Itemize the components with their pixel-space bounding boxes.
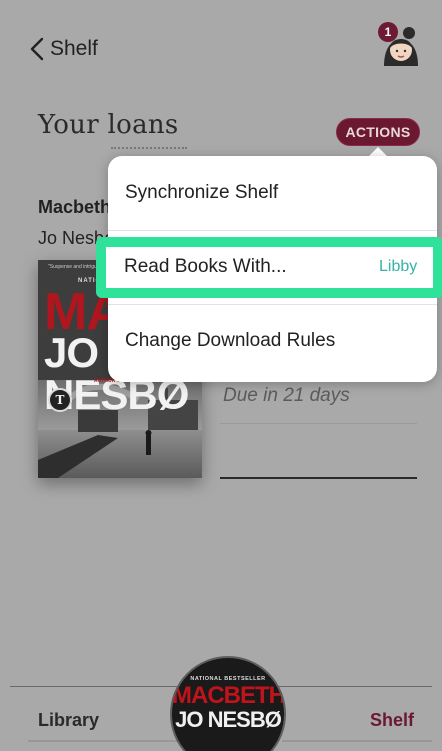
divider (220, 423, 417, 424)
current-book-button[interactable]: NATIONAL BESTSELLER MACBETH JO NESBØ (170, 656, 286, 751)
notification-badge: 1 (378, 22, 398, 42)
actions-button[interactable]: ACTIONS (336, 118, 420, 146)
title-underline (111, 147, 187, 149)
due-date: Due in 21 days (223, 385, 350, 406)
mini-cover-author: JO NESBØ (175, 707, 282, 732)
divider (220, 477, 417, 479)
nav-library[interactable]: Library (38, 710, 99, 731)
nav-underline (28, 740, 178, 742)
nav-shelf[interactable]: Shelf (370, 710, 414, 731)
back-to-shelf-button[interactable]: Shelf (30, 34, 98, 64)
menu-item-label: Read Books With... (124, 256, 287, 277)
book-title[interactable]: Macbeth (38, 197, 111, 218)
nyt-seal: T (48, 388, 72, 412)
menu-item-value: Libby (379, 258, 418, 275)
profile-avatar-button[interactable]: 1 (378, 20, 424, 68)
menu-divider (108, 304, 437, 305)
menu-item-change-download-rules[interactable]: Change Download Rules (125, 330, 335, 352)
menu-divider (108, 230, 437, 231)
mini-cover-title: MACBETH (172, 682, 285, 709)
menu-item-synchronize-shelf[interactable]: Synchronize Shelf (125, 182, 278, 204)
nav-underline (282, 740, 432, 742)
page-title: Your loans (38, 110, 179, 140)
chevron-left-icon (30, 37, 44, 61)
back-label: Shelf (50, 37, 98, 60)
